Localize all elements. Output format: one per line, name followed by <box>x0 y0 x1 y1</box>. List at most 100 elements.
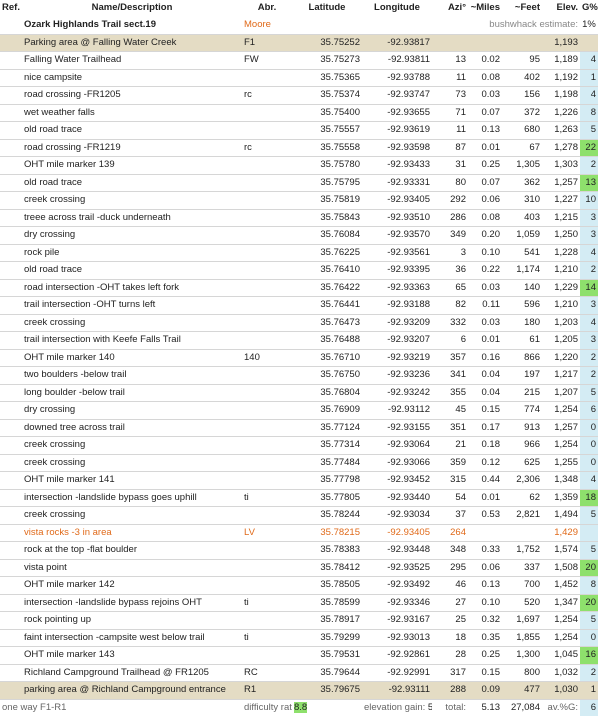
cell-lat: 35.76488 <box>292 331 362 350</box>
cell-azi: 264 <box>432 524 468 542</box>
cell-name: dry crossing <box>22 401 242 420</box>
cell-ref <box>0 524 22 542</box>
cell-abr <box>242 611 292 630</box>
cell-feet: 1,697 <box>502 611 542 630</box>
cell-lon: -92.93395 <box>362 261 432 280</box>
cell-lon: -92.92991 <box>362 664 432 682</box>
total-miles: 5.13 <box>481 701 501 713</box>
cell-name: OHT mile marker 143 <box>22 646 242 665</box>
cell-lon: -92.93492 <box>362 576 432 595</box>
cell-azi: 357 <box>432 349 468 367</box>
cell-lon: -92.93331 <box>362 174 432 192</box>
cell-miles: 0.01 <box>468 139 502 157</box>
cell-azi: 36 <box>432 261 468 280</box>
cell-ref <box>0 559 22 577</box>
cell-abr: RC <box>242 664 292 682</box>
waypoint-row: road crossing -FR1205 rc 35.75374 -92.93747… <box>0 86 598 105</box>
cell-ref <box>0 104 22 122</box>
cell-lat: 35.75819 <box>292 191 362 210</box>
cell-ref <box>0 174 22 192</box>
cell-azi: 18 <box>432 629 468 647</box>
cell-miles: 0.01 <box>468 489 502 507</box>
cell-name: creek crossing <box>22 454 242 472</box>
cell-miles: 0.06 <box>468 559 502 577</box>
cell-grade: 3 <box>580 331 598 350</box>
cell-ref <box>0 296 22 315</box>
cell-lon: -92.93209 <box>362 314 432 332</box>
cell-miles: 0.04 <box>468 366 502 385</box>
cell-ref <box>0 384 22 402</box>
cell-grade: 4 <box>580 314 598 332</box>
col-miles-header: ~Miles <box>470 2 500 14</box>
difficulty-label: difficulty rating: <box>244 701 292 713</box>
cell-azi: 25 <box>432 611 468 630</box>
cell-elev: 1,574 <box>542 541 580 560</box>
cell-miles: 0.10 <box>468 244 502 262</box>
cell-abr <box>242 209 292 227</box>
cell-azi <box>432 34 468 52</box>
cell-azi: 359 <box>432 454 468 472</box>
cell-ref <box>0 611 22 630</box>
cell-lat: 35.76441 <box>292 296 362 315</box>
waypoint-row: OHT mile marker 139 35.75780 -92.93433 31 0.… <box>0 156 598 175</box>
cell-lon: -92.93188 <box>362 296 432 315</box>
waypoint-row: creek crossing 35.76473 -92.93209 332 0.03 18… <box>0 314 598 332</box>
cell-azi: 71 <box>432 104 468 122</box>
cell-lon: -92.93066 <box>362 454 432 472</box>
cell-azi: 348 <box>432 541 468 560</box>
cell-lon: -92.93346 <box>362 594 432 612</box>
cell-miles: 0.11 <box>468 296 502 315</box>
cell-ref <box>0 121 22 140</box>
waypoint-row: Parking area @ Falling Water Creek F1 35.7… <box>0 34 598 52</box>
cell-lat: 35.76710 <box>292 349 362 367</box>
cell-miles <box>468 524 502 542</box>
cell-name: intersection -landslide bypass goes uphi… <box>22 489 242 507</box>
cell-azi: 65 <box>432 279 468 297</box>
cell-feet: 180 <box>502 314 542 332</box>
footer-row: one way F1-R1 difficulty rating: 8.8 ele… <box>0 699 598 716</box>
waypoint-row: creek crossing 35.77314 -92.93064 21 0.18 966… <box>0 436 598 455</box>
waypoint-row: OHT mile marker 142 35.78505 -92.93492 46 0.… <box>0 576 598 595</box>
cell-name: vista point <box>22 559 242 577</box>
cell-lat: 35.77484 <box>292 454 362 472</box>
cell-lat: 35.75273 <box>292 51 362 70</box>
cell-elev: 1,254 <box>542 436 580 455</box>
cell-lat: 35.77124 <box>292 419 362 437</box>
cell-abr <box>242 576 292 595</box>
cell-lat: 35.76422 <box>292 279 362 297</box>
cell-grade: 14 <box>580 279 598 297</box>
cell-azi: 3 <box>432 244 468 262</box>
cell-lat: 35.75780 <box>292 156 362 175</box>
cell-miles: 0.12 <box>468 454 502 472</box>
cell-grade: 20 <box>580 594 598 612</box>
cell-azi: 341 <box>432 366 468 385</box>
waypoint-row: intersection -landslide bypass goes uphi… <box>0 489 598 507</box>
cell-lon: -92.93034 <box>362 506 432 525</box>
cell-azi: 31 <box>432 156 468 175</box>
cell-miles: 0.13 <box>468 576 502 595</box>
cell-lat: 35.76804 <box>292 384 362 402</box>
cell-azi: 27 <box>432 594 468 612</box>
cell-miles: 0.03 <box>468 314 502 332</box>
waypoint-row: vista point 35.78412 -92.93525 295 0.06 337 1,… <box>0 559 598 577</box>
waypoint-row: old road trace 35.75795 -92.93331 80 0.07 362… <box>0 174 598 192</box>
total-label: total: <box>445 701 466 713</box>
avg-grade-value: 6 <box>580 699 598 716</box>
cell-lon: -92.93561 <box>362 244 432 262</box>
gain-label: elevation gain: <box>364 701 426 713</box>
cell-ref <box>0 34 22 52</box>
cell-elev: 1,227 <box>542 191 580 210</box>
cell-grade: 3 <box>580 296 598 315</box>
cell-name: faint intersection -campsite west below … <box>22 629 242 647</box>
waypoint-row: creek crossing 35.77484 -92.93066 359 0.12 62… <box>0 454 598 472</box>
cell-lon: -92.93167 <box>362 611 432 630</box>
cell-feet: 1,059 <box>502 226 542 245</box>
cell-name: rock pile <box>22 244 242 262</box>
cell-feet: 1,855 <box>502 629 542 647</box>
cell-feet: 541 <box>502 244 542 262</box>
waypoint-row: treee across trail -duck underneath 35.75… <box>0 209 598 227</box>
cell-abr <box>242 174 292 192</box>
col-lat-header: Latitude <box>308 2 346 14</box>
waypoint-row: creek crossing 35.75819 -92.93405 292 0.06 31… <box>0 191 598 210</box>
cell-feet: 774 <box>502 401 542 420</box>
